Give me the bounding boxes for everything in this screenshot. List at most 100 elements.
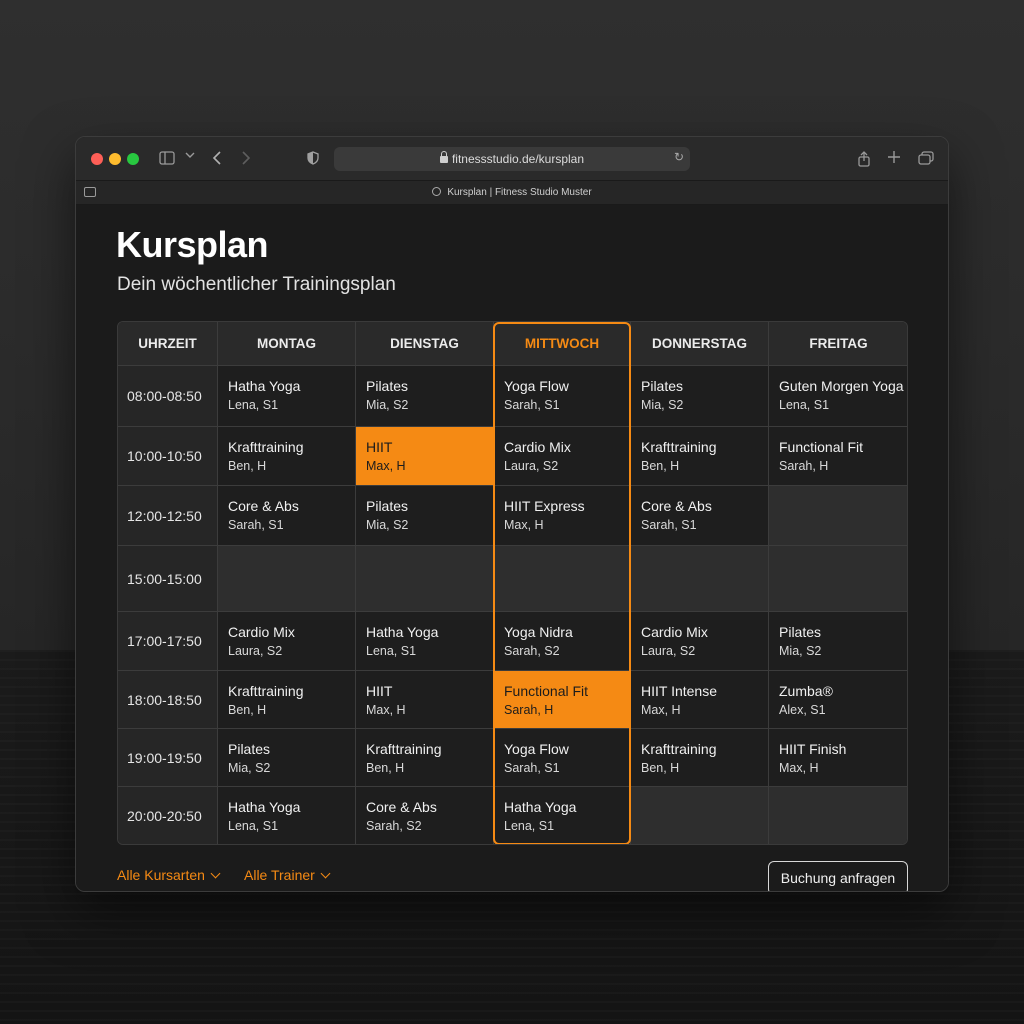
course-trainer: Max, H bbox=[366, 703, 406, 717]
back-arrow-icon[interactable] bbox=[207, 149, 227, 169]
course-cell[interactable]: Pilates Mia, S2 bbox=[218, 729, 356, 787]
course-cell[interactable]: Hatha Yoga Lena, S1 bbox=[218, 787, 356, 844]
course-cell[interactable]: Core & Abs Sarah, S1 bbox=[631, 486, 769, 546]
course-cell[interactable]: Core & Abs Sarah, S2 bbox=[356, 787, 494, 844]
course-cell[interactable]: Pilates Mia, S2 bbox=[631, 366, 769, 427]
course-cell[interactable]: Functional Fit Sarah, H bbox=[769, 427, 907, 486]
course-trainer: Sarah, S2 bbox=[366, 819, 422, 833]
empty-slot bbox=[631, 546, 769, 612]
course-cell[interactable]: Krafttraining Ben, H bbox=[218, 427, 356, 486]
course-name: HIIT Finish bbox=[779, 741, 847, 757]
course-cell[interactable]: HIIT Max, H bbox=[356, 671, 494, 729]
share-icon[interactable] bbox=[854, 149, 874, 169]
browser-window: fitnessstudio.de/kursplan ↻ Kursplan | F… bbox=[75, 136, 949, 892]
lock-icon bbox=[439, 151, 448, 163]
course-cell[interactable]: Zumba® Alex, S1 bbox=[769, 671, 907, 729]
course-cell[interactable]: HIIT Express Max, H bbox=[494, 486, 631, 546]
course-cell[interactable]: HIIT Finish Max, H bbox=[769, 729, 907, 787]
course-name: Core & Abs bbox=[228, 498, 299, 514]
course-name: HIIT bbox=[366, 683, 393, 699]
reload-icon[interactable]: ↻ bbox=[674, 150, 684, 164]
course-name: Krafttraining bbox=[641, 439, 717, 455]
course-cell[interactable]: Krafttraining Ben, H bbox=[631, 729, 769, 787]
course-trainer: Laura, S2 bbox=[641, 644, 696, 658]
course-name: HIIT bbox=[366, 439, 393, 455]
course-name: Pilates bbox=[366, 378, 409, 394]
privacy-shield-icon[interactable] bbox=[303, 149, 323, 169]
course-trainer: Sarah, S2 bbox=[504, 644, 560, 658]
maximize-window-button[interactable] bbox=[127, 153, 139, 165]
empty-slot bbox=[631, 787, 769, 844]
new-tab-plus-icon[interactable] bbox=[884, 149, 904, 169]
course-cell[interactable]: Cardio Mix Laura, S2 bbox=[218, 612, 356, 671]
request-booking-button[interactable]: Buchung anfragen bbox=[768, 861, 908, 891]
course-cell[interactable]: Pilates Mia, S2 bbox=[769, 612, 907, 671]
address-bar-text[interactable]: fitnessstudio.de/kursplan bbox=[334, 147, 690, 171]
column-header-day: MONTAG bbox=[218, 322, 356, 366]
time-slot-label: 08:00-08:50 bbox=[118, 366, 218, 427]
course-cell[interactable]: Guten Morgen Yoga Lena, S1 bbox=[769, 366, 907, 427]
course-trainer: Max, H bbox=[779, 761, 819, 775]
course-cell[interactable]: Cardio Mix Laura, S2 bbox=[631, 612, 769, 671]
sidebar-toggle-icon[interactable] bbox=[157, 149, 177, 169]
course-name: Core & Abs bbox=[366, 799, 437, 815]
column-header-time: UHRZEIT bbox=[118, 322, 218, 366]
course-cell[interactable]: Core & Abs Sarah, S1 bbox=[218, 486, 356, 546]
course-cell[interactable]: Functional Fit Sarah, H bbox=[494, 671, 631, 729]
course-name: Functional Fit bbox=[504, 683, 589, 699]
course-trainer: Lena, S1 bbox=[366, 644, 417, 658]
course-cell[interactable]: Krafttraining Ben, H bbox=[631, 427, 769, 486]
time-slot-label: 10:00-10:50 bbox=[118, 427, 218, 486]
minimize-window-button[interactable] bbox=[109, 153, 121, 165]
page-subtitle: Dein wöchentlicher Trainingsplan bbox=[117, 274, 396, 295]
course-cell[interactable]: Hatha Yoga Lena, S1 bbox=[356, 612, 494, 671]
chevron-down-icon[interactable] bbox=[180, 149, 200, 169]
empty-slot bbox=[769, 787, 907, 844]
forward-arrow-icon[interactable] bbox=[236, 149, 256, 169]
close-window-button[interactable] bbox=[91, 153, 103, 165]
course-cell[interactable]: Pilates Mia, S2 bbox=[356, 486, 494, 546]
course-name: Pilates bbox=[228, 741, 271, 757]
course-name: HIIT Intense bbox=[641, 683, 718, 699]
time-slot-label: 15:00-15:00 bbox=[118, 546, 218, 612]
course-cell[interactable]: Hatha Yoga Lena, S1 bbox=[494, 787, 631, 844]
course-cell[interactable]: HIIT Max, H bbox=[356, 427, 494, 486]
course-trainer: Lena, S1 bbox=[228, 398, 279, 412]
course-type-filter[interactable]: Alle Kursarten bbox=[117, 867, 221, 883]
course-cell[interactable]: Yoga Flow Sarah, S1 bbox=[494, 729, 631, 787]
tab-bar: Kursplan | Fitness Studio Muster bbox=[76, 181, 948, 205]
course-cell[interactable]: Hatha Yoga Lena, S1 bbox=[218, 366, 356, 427]
address-bar[interactable]: fitnessstudio.de/kursplan ↻ bbox=[334, 147, 690, 171]
time-slot-label: 19:00-19:50 bbox=[118, 729, 218, 787]
tab-overview-icon[interactable] bbox=[916, 149, 936, 169]
course-trainer: Max, H bbox=[366, 459, 406, 473]
course-cell[interactable]: Krafttraining Ben, H bbox=[356, 729, 494, 787]
course-name: HIIT Express bbox=[504, 498, 585, 514]
course-trainer: Sarah, H bbox=[779, 459, 829, 473]
course-name: Cardio Mix bbox=[228, 624, 295, 640]
course-cell[interactable]: Cardio Mix Laura, S2 bbox=[494, 427, 631, 486]
url-value: fitnessstudio.de/kursplan bbox=[451, 152, 585, 166]
active-tab[interactable]: Kursplan | Fitness Studio Muster bbox=[76, 181, 948, 205]
column-header-day: DONNERSTAG bbox=[631, 322, 769, 366]
course-trainer: Sarah, S1 bbox=[641, 518, 697, 532]
course-cell[interactable]: Pilates Mia, S2 bbox=[356, 366, 494, 427]
course-name: Pilates bbox=[779, 624, 822, 640]
course-cell[interactable]: Yoga Flow Sarah, S1 bbox=[494, 366, 631, 427]
course-name: Hatha Yoga bbox=[366, 624, 439, 640]
column-header-day: MITTWOCH bbox=[494, 322, 631, 366]
empty-slot bbox=[769, 546, 907, 612]
course-cell[interactable]: Krafttraining Ben, H bbox=[218, 671, 356, 729]
course-trainer: Lena, S1 bbox=[504, 819, 555, 833]
course-trainer: Sarah, H bbox=[504, 703, 554, 717]
chevron-down-icon bbox=[210, 868, 221, 879]
column-header-day: FREITAG bbox=[769, 322, 907, 366]
course-cell[interactable]: Yoga Nidra Sarah, S2 bbox=[494, 612, 631, 671]
page-title: Kursplan bbox=[116, 224, 269, 265]
course-trainer: Max, H bbox=[504, 518, 544, 532]
course-type-filter-label: Alle Kursarten bbox=[117, 867, 205, 883]
globe-icon bbox=[432, 187, 442, 196]
trainer-filter[interactable]: Alle Trainer bbox=[244, 867, 331, 883]
course-trainer: Mia, S2 bbox=[228, 761, 271, 775]
course-cell[interactable]: HIIT Intense Max, H bbox=[631, 671, 769, 729]
